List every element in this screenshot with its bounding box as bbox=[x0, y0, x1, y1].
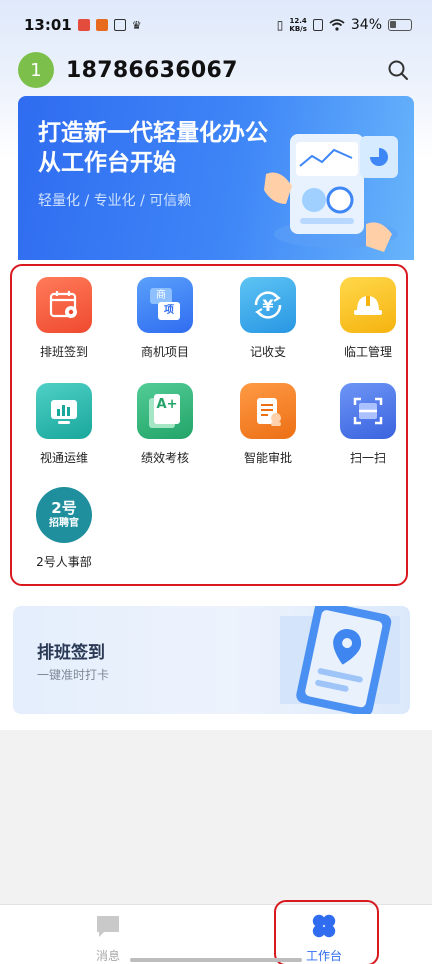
app-label: 商机项目 bbox=[140, 345, 189, 359]
battery-icon bbox=[388, 19, 412, 31]
monitor-chart-icon bbox=[36, 383, 92, 439]
app-smart-approval[interactable]: 智能审批 bbox=[220, 383, 316, 466]
app-temp-worker[interactable]: 临工管理 bbox=[320, 277, 416, 360]
banner-title: 打造新一代轻量化办公 从工作台开始 bbox=[38, 120, 268, 176]
app-label: 视通运维 bbox=[39, 451, 88, 465]
schedule-card-subtitle: 一键准时打卡 bbox=[37, 668, 110, 682]
app-label: 智能审批 bbox=[243, 451, 292, 465]
app-income-expense[interactable]: ¥ 记收支 bbox=[220, 277, 316, 360]
crown-icon: ♛ bbox=[131, 18, 142, 32]
battery-percent: 34% bbox=[350, 17, 382, 33]
app-notification-icon bbox=[95, 19, 108, 31]
scan-icon bbox=[340, 383, 396, 439]
app-hr-dept[interactable]: 2号 招聘官 2号人事部 bbox=[16, 487, 112, 570]
business-project-icon: 商 项 bbox=[137, 277, 193, 333]
wifi-icon bbox=[329, 19, 345, 31]
home-indicator[interactable] bbox=[130, 958, 302, 962]
app-performance[interactable]: A+ 绩效考核 bbox=[117, 383, 213, 466]
app-label: 绩效考核 bbox=[140, 451, 189, 465]
message-icon bbox=[97, 916, 119, 937]
banner-illustration bbox=[264, 134, 398, 252]
nav-highlight-box bbox=[274, 900, 379, 964]
app-label: 扫一扫 bbox=[349, 451, 386, 465]
app-scan[interactable]: 扫一扫 bbox=[320, 383, 416, 466]
avatar[interactable]: 1 bbox=[18, 52, 54, 88]
app-schedule-signin[interactable]: 排班签到 bbox=[16, 277, 112, 360]
search-icon[interactable] bbox=[386, 58, 410, 82]
grade-a-plus-icon: A+ bbox=[137, 383, 193, 439]
app-video-ops[interactable]: 视通运维 bbox=[16, 383, 112, 466]
status-time: 13:01 bbox=[24, 16, 72, 34]
net-speed: 12.4 KB/s bbox=[289, 17, 307, 33]
banner-subtitle: 轻量化 / 专业化 / 可信赖 bbox=[38, 193, 192, 209]
hard-hat-icon bbox=[340, 277, 396, 333]
app-label: 2号人事部 bbox=[36, 555, 92, 569]
calendar-pin-icon bbox=[36, 277, 92, 333]
app-business-project[interactable]: 商 项 商机项目 bbox=[117, 277, 213, 360]
vibrate-icon: ▯ bbox=[276, 18, 284, 32]
schedule-card-title: 排班签到 bbox=[37, 643, 105, 663]
approval-doc-icon bbox=[240, 383, 296, 439]
app-label: 记收支 bbox=[249, 345, 286, 359]
schedule-signin-card[interactable]: 排班签到 一键准时打卡 bbox=[13, 606, 410, 714]
nav-messages[interactable]: 消息 bbox=[68, 913, 148, 964]
no-sim-icon bbox=[312, 19, 323, 31]
recruiter-badge-icon: 2号 招聘官 bbox=[36, 487, 92, 543]
wallet-icon bbox=[113, 19, 126, 31]
yuan-cycle-icon: ¥ bbox=[240, 277, 296, 333]
app-label: 临工管理 bbox=[343, 345, 392, 359]
notification-icon bbox=[77, 19, 90, 31]
location-card-illustration bbox=[280, 606, 400, 714]
status-bar: 13:01 ♛ ▯ 12.4 KB/s 34% bbox=[0, 0, 432, 50]
header: 1 18786636067 bbox=[18, 52, 414, 88]
user-name[interactable]: 18786636067 bbox=[66, 58, 238, 83]
promo-banner[interactable]: 打造新一代轻量化办公 从工作台开始 轻量化 / 专业化 / 可信赖 bbox=[18, 96, 414, 260]
app-label: 排班签到 bbox=[39, 345, 88, 359]
